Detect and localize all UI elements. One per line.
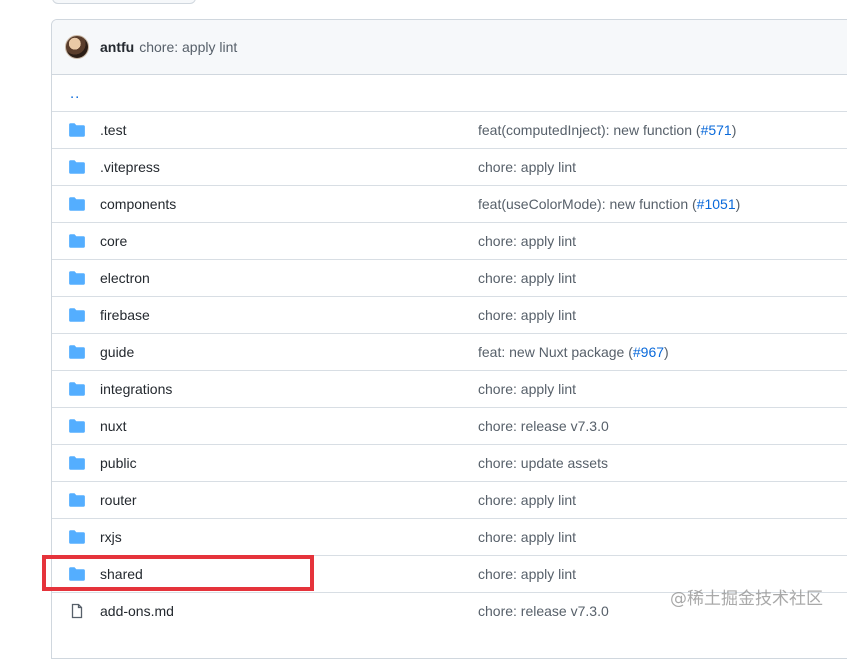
folder-row[interactable]: firebase chore: apply lint xyxy=(52,296,847,333)
file-list: .. .test feat(computedInject): new functi… xyxy=(52,75,847,629)
commit-message-text: chore: release v7.3.0 xyxy=(478,603,609,619)
item-name-link[interactable]: shared xyxy=(100,566,143,582)
item-name-link[interactable]: integrations xyxy=(100,381,172,397)
commit-message-text: chore: apply lint xyxy=(478,492,577,508)
commit-message-suffix: ) xyxy=(735,196,741,212)
folder-icon xyxy=(68,233,86,249)
folder-row[interactable]: core chore: apply lint xyxy=(52,222,847,259)
commit-message-link[interactable]: chore: apply lint xyxy=(478,307,576,323)
commit-message-text: chore: apply lint xyxy=(478,566,577,582)
commit-message-text: chore: apply lint xyxy=(478,270,577,286)
commit-message-link[interactable]: chore: apply lint xyxy=(478,381,576,397)
folder-icon xyxy=(68,455,86,471)
pull-request-link[interactable]: #571 xyxy=(701,122,732,138)
item-name-link[interactable]: add-ons.md xyxy=(100,603,174,619)
pull-request-link[interactable]: #1051 xyxy=(697,196,736,212)
folder-icon xyxy=(68,492,86,508)
folder-row[interactable]: router chore: apply lint xyxy=(52,481,847,518)
item-name-link[interactable]: rxjs xyxy=(100,529,122,545)
folder-icon xyxy=(68,418,86,434)
item-name-link[interactable]: electron xyxy=(100,270,150,286)
commit-message-link[interactable]: chore: update assets xyxy=(478,455,608,471)
commit-message-link[interactable]: chore: release v7.3.0 xyxy=(478,603,609,619)
commit-message-link[interactable]: chore: apply lint xyxy=(478,529,576,545)
folder-row[interactable]: .test feat(computedInject): new function … xyxy=(52,111,847,148)
commit-message-text: chore: apply lint xyxy=(478,159,577,175)
commit-message-link[interactable]: chore: apply lint xyxy=(478,566,576,582)
commit-message-link[interactable]: chore: apply lint xyxy=(478,233,576,249)
folder-icon xyxy=(68,196,86,212)
file-browser: antfu chore: apply lint .. .test feat(com… xyxy=(51,19,847,659)
commit-message-text: chore: apply lint xyxy=(478,233,577,249)
commit-message-text: chore: apply lint xyxy=(478,381,577,397)
commit-message-text: feat: new Nuxt package ( xyxy=(478,344,633,360)
commit-message-text: chore: update assets xyxy=(478,455,608,471)
commit-message-text: chore: release v7.3.0 xyxy=(478,418,609,434)
item-name-link[interactable]: nuxt xyxy=(100,418,126,434)
item-name-link[interactable]: core xyxy=(100,233,127,249)
commit-message-text: feat(useColorMode): new function ( xyxy=(478,196,697,212)
pull-request-link[interactable]: #967 xyxy=(633,344,664,360)
commit-message-text: chore: apply lint xyxy=(478,307,577,323)
commit-message-link[interactable]: feat: new Nuxt package (#967) xyxy=(478,344,669,360)
folder-row[interactable]: nuxt chore: release v7.3.0 xyxy=(52,407,847,444)
folder-row[interactable]: public chore: update assets xyxy=(52,444,847,481)
parent-directory-link[interactable]: .. xyxy=(52,75,847,111)
commit-message-link[interactable]: chore: apply lint xyxy=(478,159,576,175)
folder-row[interactable]: rxjs chore: apply lint xyxy=(52,518,847,555)
commit-message-text: chore: apply lint xyxy=(478,529,577,545)
branch-button[interactable] xyxy=(52,0,196,4)
commit-message-suffix: ) xyxy=(731,122,737,138)
folder-icon xyxy=(68,270,86,286)
commit-message-suffix: ) xyxy=(664,344,669,360)
folder-row[interactable]: .vitepress chore: apply lint xyxy=(52,148,847,185)
folder-icon xyxy=(68,122,86,138)
commit-message-link[interactable]: chore: release v7.3.0 xyxy=(478,418,609,434)
item-name-link[interactable]: router xyxy=(100,492,137,508)
commit-message-link[interactable]: chore: apply lint xyxy=(139,39,237,55)
folder-icon xyxy=(68,159,86,175)
avatar[interactable] xyxy=(65,35,89,59)
commit-author-link[interactable]: antfu xyxy=(100,39,134,55)
folder-icon xyxy=(68,566,86,582)
latest-commit-bar: antfu chore: apply lint xyxy=(52,20,847,75)
item-name-link[interactable]: firebase xyxy=(100,307,150,323)
folder-row[interactable]: integrations chore: apply lint xyxy=(52,370,847,407)
folder-icon xyxy=(68,529,86,545)
item-name-link[interactable]: .vitepress xyxy=(100,159,160,175)
watermark-text: @稀土掘金技术社区 xyxy=(670,589,823,609)
item-name-link[interactable]: .test xyxy=(100,122,126,138)
commit-message-link[interactable]: feat(computedInject): new function (#571… xyxy=(478,122,736,138)
folder-icon xyxy=(68,381,86,397)
folder-row[interactable]: components feat(useColorMode): new functi… xyxy=(52,185,847,222)
commit-message-link[interactable]: feat(useColorMode): new function (#1051) xyxy=(478,196,740,212)
file-icon xyxy=(68,603,86,619)
item-name-link[interactable]: components xyxy=(100,196,176,212)
item-name-link[interactable]: guide xyxy=(100,344,134,360)
commit-message-link[interactable]: chore: apply lint xyxy=(478,492,576,508)
folder-icon xyxy=(68,344,86,360)
folder-row[interactable]: guide feat: new Nuxt package (#967) xyxy=(52,333,847,370)
item-name-link[interactable]: public xyxy=(100,455,137,471)
folder-row[interactable]: electron chore: apply lint xyxy=(52,259,847,296)
folder-icon xyxy=(68,307,86,323)
commit-message-text: feat(computedInject): new function ( xyxy=(478,122,701,138)
commit-message-link[interactable]: chore: apply lint xyxy=(478,270,576,286)
